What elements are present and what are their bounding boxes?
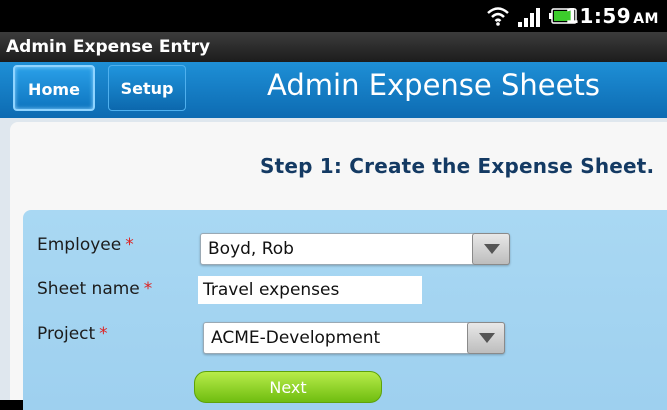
next-button[interactable]: Next [194,371,382,403]
sheet-name-input[interactable]: Travel expenses [198,276,422,304]
status-time-value: 11:59 [565,4,632,28]
wifi-icon [487,7,509,26]
setup-button[interactable]: Setup [108,65,186,111]
employee-dropdown-button[interactable] [472,233,510,265]
chevron-down-icon [484,244,500,254]
content-frame: Step 1: Create the Expense Sheet. Employ… [0,118,667,410]
sheet-name-label: Sheet name * [37,279,152,299]
status-bar: 11:59 AM [0,0,667,32]
project-dropdown-button[interactable] [467,322,505,354]
window-title: Admin Expense Entry [0,32,667,62]
project-label: Project * [37,324,108,344]
project-label-text: Project [37,324,96,344]
sheet-name-label-text: Sheet name [37,279,140,299]
status-time-ampm: AM [633,11,659,27]
home-button[interactable]: Home [13,65,95,111]
chevron-down-icon [479,333,495,343]
employee-select[interactable]: Boyd, Rob [200,233,510,265]
project-select-value: ACME-Development [211,328,381,348]
page-title: Admin Expense Sheets [267,68,600,102]
employee-required-mark: * [125,235,134,255]
signal-icon [518,8,540,27]
nav-bar: Home Setup Admin Expense Sheets [0,62,667,118]
step-title: Step 1: Create the Expense Sheet. [260,154,655,178]
project-select[interactable]: ACME-Development [203,322,505,354]
content-area: Step 1: Create the Expense Sheet. Employ… [10,122,667,410]
project-required-mark: * [99,324,108,344]
sheet-name-required-mark: * [143,279,153,299]
status-time: 11:59 AM [565,4,659,28]
employee-label: Employee * [37,235,134,255]
employee-label-text: Employee [37,235,122,255]
employee-select-value: Boyd, Rob [208,239,294,259]
